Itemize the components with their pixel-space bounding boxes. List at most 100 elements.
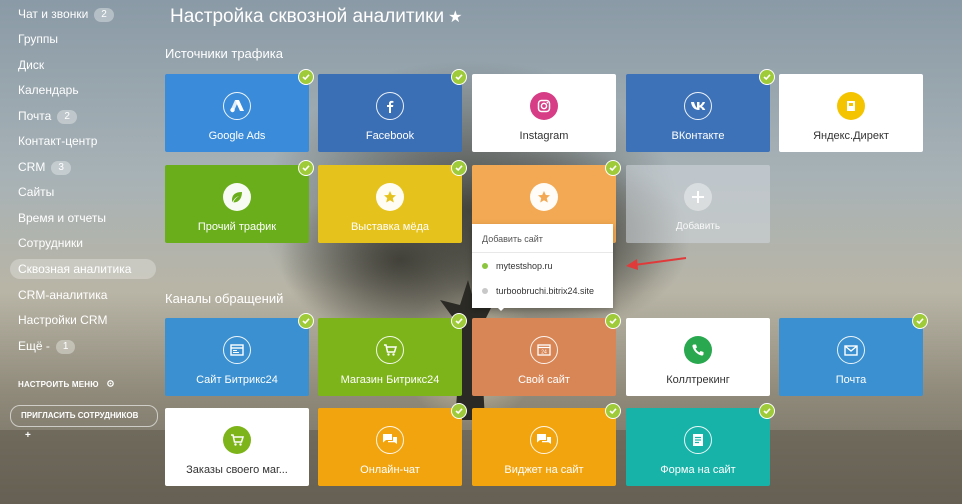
tile-facebook[interactable]: Facebook [318,69,467,152]
chat-icon [530,426,558,454]
connected-check-icon [605,313,621,329]
site24-icon: 24 [530,336,558,364]
tile-label: Прочий трафик [197,221,277,233]
gear-icon [107,380,114,387]
sidebar: Чат и звонки 2 Группы Диск Календарь Почт… [0,0,158,504]
cart-icon [223,426,251,454]
form-icon [684,426,712,454]
connected-check-icon [298,313,314,329]
tile-яндекс-директ[interactable]: Яндекс.Директ [779,74,923,152]
connected-check-icon [759,403,775,419]
sidebar-item-label: Диск [18,58,45,72]
instagram-icon [530,92,558,120]
tile-label: Свой сайт [518,374,570,386]
counter-badge: 2 [57,110,77,124]
tile-label: Почта [835,374,867,386]
google-ads-icon [223,92,251,120]
tile-добавить[interactable]: Добавить [626,165,770,243]
site-option-label: mytestshop.ru [496,261,553,271]
counter-badge: 3 [51,161,71,175]
page-title: Настройка сквозной аналитики ★ [170,6,462,28]
tile-google-ads[interactable]: Google Ads [165,69,314,152]
page-title-text: Настройка сквозной аналитики [170,6,445,27]
tile-форма-на-сайт[interactable]: Форма на сайт [626,403,775,486]
sidebar-item-contact-center[interactable]: Контакт-центр [10,131,105,151]
sidebar-item-crm[interactable]: CRM 3 [10,157,79,177]
browser-icon [223,336,251,364]
sidebar-item-label: Календарь [18,83,79,97]
sidebar-item-label: Ещё - [18,339,50,353]
sidebar-item-crm-analytics[interactable]: CRM-аналитика [10,285,115,305]
site-option-turboobruchi[interactable]: turboobruchi.bitrix24.site [482,286,594,296]
vk-icon [684,92,712,120]
tile-онлайн-чат[interactable]: Онлайн-чат [318,403,467,486]
tile-сайт-битрикс24[interactable]: Сайт Битрикс24 [165,313,314,396]
tile-коллтрекинг[interactable]: Коллтрекинг [626,318,770,396]
connected-check-icon [298,160,314,176]
sidebar-item-crm-settings[interactable]: Настройки CRM [10,310,116,330]
sidebar-item-chat[interactable]: Чат и звонки 2 [10,4,122,24]
sidebar-item-label: Сквозная аналитика [18,262,132,276]
connected-check-icon [451,160,467,176]
plus-icon: + [25,430,31,441]
tile-label: Коллтрекинг [666,374,730,386]
sidebar-item-mail[interactable]: Почта 2 [10,106,85,126]
tile-виджет-на-сайт[interactable]: Виджет на сайт [472,403,621,486]
connected-check-icon [912,313,928,329]
popup-header: Добавить сайт [482,234,543,244]
configure-menu-button[interactable]: НАСТРОИТЬ МЕНЮ [18,379,115,389]
tile-label: Виджет на сайт [504,464,584,476]
tile-label: Instagram [519,130,569,142]
connected-check-icon [451,69,467,85]
mail-icon [837,336,865,364]
sidebar-item-groups[interactable]: Группы [10,29,66,49]
invite-employees-button[interactable]: ПРИГЛАСИТЬ СОТРУДНИКОВ + [10,405,158,441]
connected-check-icon [759,69,775,85]
tile-label: Google Ads [208,130,266,142]
tile-вконтакте[interactable]: ВКонтакте [626,69,775,152]
sidebar-item-disk[interactable]: Диск [10,55,52,75]
tile-label: Facebook [365,130,415,142]
sidebar-item-end-to-end-analytics[interactable]: Сквозная аналитика [10,259,156,279]
tile-прочий-трафик[interactable]: Прочий трафик [165,160,314,243]
sidebar-item-calendar[interactable]: Календарь [10,80,87,100]
section-title-traffic: Источники трафика [165,46,283,61]
tile-магазин-битрикс24[interactable]: Магазин Битрикс24 [318,313,467,396]
tile-instagram[interactable]: Instagram [472,74,616,152]
sidebar-item-label: Контакт-центр [18,134,98,148]
sidebar-item-employees[interactable]: Сотрудники [10,233,91,253]
site-option-label: turboobruchi.bitrix24.site [496,286,595,296]
sidebar-item-time-reports[interactable]: Время и отчеты [10,208,114,228]
cart-icon [376,336,404,364]
facebook-icon [376,92,404,120]
tile-label: Сайт Битрикс24 [196,374,278,386]
site-option-mytestshop[interactable]: mytestshop.ru [482,261,553,271]
tile-выставка-мёда[interactable]: Выставка мёда [318,160,467,243]
sidebar-item-label: CRM-аналитика [18,288,108,302]
section-title-channels: Каналы обращений [165,291,284,306]
connected-check-icon [451,403,467,419]
star-icon [530,183,558,211]
connected-check-icon [451,313,467,329]
sidebar-item-sites[interactable]: Сайты [10,182,62,202]
star-icon [376,183,404,211]
sidebar-item-label: Чат и звонки [18,7,89,21]
tile-label: ВКонтакте [671,130,725,142]
leaf-icon [223,183,251,211]
favorite-star-icon[interactable]: ★ [448,9,462,26]
add-site-popup: Добавить сайт mytestshop.ru turboobruchi… [472,224,613,308]
sidebar-item-more[interactable]: Ещё - 1 [10,336,83,356]
tile-почта[interactable]: Почта [779,313,928,396]
tile-свой-сайт[interactable]: 24 Свой сайт [472,313,621,396]
counter-badge: 2 [94,8,114,22]
sidebar-item-label: Время и отчеты [18,211,107,225]
tile-заказы-своего-маг-[interactable]: Заказы своего маг... [165,408,309,486]
svg-text:24: 24 [541,350,547,356]
call-tracking-icon [684,336,712,364]
tile-label: Онлайн-чат [360,464,420,476]
status-dot-icon [482,263,488,269]
status-dot-icon [482,288,488,294]
tile-label: Магазин Битрикс24 [340,374,440,386]
sidebar-item-label: Сотрудники [18,236,83,250]
sidebar-item-label: Настройки CRM [18,313,108,327]
